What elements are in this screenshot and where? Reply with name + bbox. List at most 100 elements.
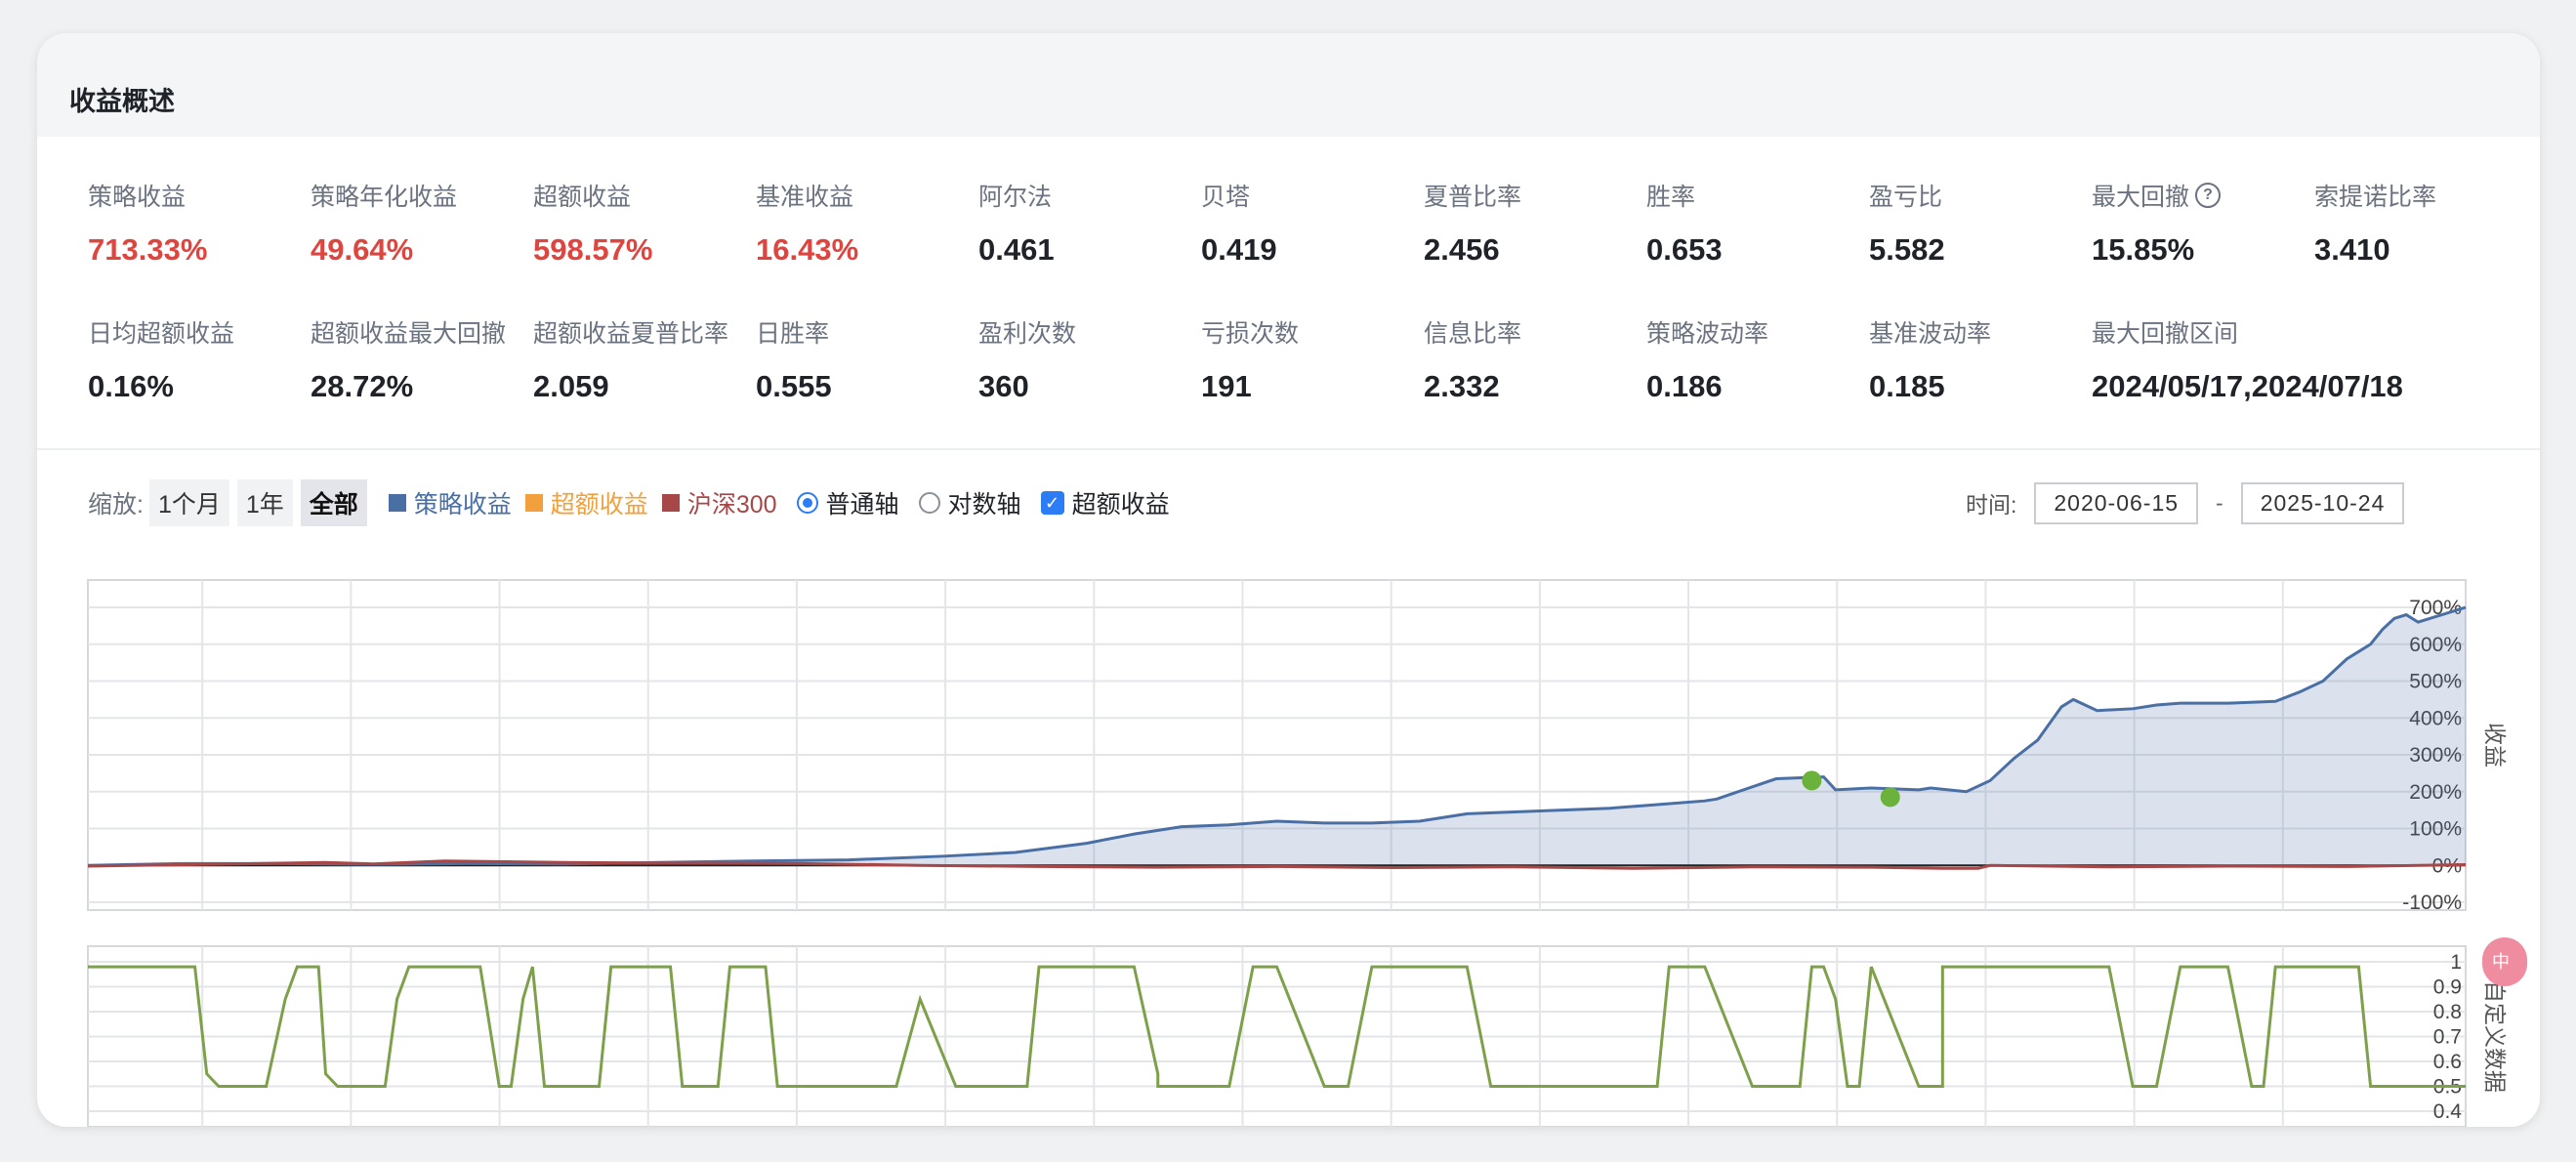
metric-value: 713.33% (88, 232, 208, 267)
chart-toolbar: 缩放: 1个月 1年 全部 策略收益 超额收益 沪深300 普通轴 对数轴 ✓ … (88, 479, 1170, 526)
metric-label-text: 基准收益 (756, 184, 854, 211)
metric-label: 夏普比率 (1424, 178, 1639, 213)
legend-benchmark-swatch (661, 494, 680, 512)
metric-label-text: 信息比率 (1424, 320, 1522, 348)
metric-label-text: 最大回撤 (2092, 184, 2190, 211)
metric-value: 191 (1201, 369, 1252, 403)
metric-label: 盈利次数 (978, 314, 1193, 350)
zoom-1-month-button[interactable]: 1个月 (148, 479, 229, 526)
zoom-all-button[interactable]: 全部 (300, 479, 367, 526)
zoom-label: 缩放: (88, 491, 144, 519)
legend-excess[interactable]: 超额收益 (524, 485, 648, 520)
metric-label: 阿尔法 (978, 178, 1193, 213)
y-axis-label: 收益 (2482, 723, 2508, 768)
metric-metrics_row2-4: 盈利次数 360 (978, 314, 1193, 404)
returns-chart: 700%600%500%400%300%200%100%0%-100%收益 (87, 579, 2508, 914)
event-marker (1802, 770, 1822, 791)
metric-metrics_row1-9: 最大回撤? 15.85% (2092, 178, 2306, 268)
excess-return-checkbox-label: 超额收益 (1071, 491, 1170, 519)
legend-excess-label: 超额收益 (550, 491, 648, 519)
metric-value: 0.186 (1646, 369, 1723, 403)
event-marker (1880, 787, 1900, 808)
normal-axis-radio[interactable] (796, 492, 818, 514)
metric-label: 策略波动率 (1646, 314, 1861, 350)
metric-value: 598.57% (533, 232, 653, 267)
metric-label-text: 策略收益 (88, 184, 187, 211)
side-floating-badge[interactable]: 中 (2482, 937, 2527, 986)
metric-metrics_row2-0: 日均超额收益 0.16% (88, 314, 303, 404)
metric-label: 策略年化收益 (311, 178, 525, 213)
metric-label: 索提诺比率 (2314, 178, 2529, 213)
legend-strategy-swatch (388, 494, 406, 512)
y-tick-label: 0.8 (2433, 1001, 2462, 1023)
metric-metrics_row1-1: 策略年化收益 49.64% (311, 178, 525, 268)
metric-label-text: 贝塔 (1201, 184, 1251, 211)
metric-value: 0.555 (756, 369, 832, 403)
metric-label-text: 策略波动率 (1646, 320, 1769, 348)
divider (37, 448, 2540, 450)
metric-metrics_row2-7: 策略波动率 0.186 (1646, 314, 1861, 404)
metric-value: 5.582 (1869, 232, 1945, 267)
legend-benchmark[interactable]: 沪深300 (661, 485, 777, 520)
metric-value: 2024/05/17,2024/07/18 (2092, 369, 2403, 403)
metric-metrics_row1-4: 阿尔法 0.461 (978, 178, 1193, 268)
metric-metrics_row1-8: 盈亏比 5.582 (1869, 178, 2084, 268)
metric-metrics_row1-3: 基准收益 16.43% (756, 178, 971, 268)
card-header: 收益概述 (37, 33, 2540, 137)
metric-metrics_row2-9: 最大回撤区间 2024/05/17,2024/07/18 (2092, 314, 2403, 404)
metric-label: 超额收益夏普比率 (533, 314, 748, 350)
log-axis-radio[interactable] (918, 492, 940, 514)
metric-label-text: 日均超额收益 (88, 320, 235, 348)
metric-value: 0.419 (1201, 232, 1277, 267)
date-separator: - (2216, 489, 2223, 516)
legend-benchmark-label: 沪深300 (686, 491, 777, 519)
performance-overview-card: 收益概述 策略收益 713.33% 策略年化收益 49.64% 超额收益 598.57% 基… (37, 33, 2540, 1127)
metric-value: 0.16% (88, 369, 174, 403)
metric-value: 3.410 (2314, 232, 2390, 267)
metric-label-text: 阿尔法 (978, 184, 1053, 211)
metric-label: 基准收益 (756, 178, 971, 213)
metric-label-text: 索提诺比率 (2314, 184, 2437, 211)
metric-value: 16.43% (756, 232, 859, 267)
excess-return-checkbox[interactable]: ✓ (1040, 491, 1064, 515)
time-label: 时间: (1966, 492, 2017, 518)
metric-label: 最大回撤区间 (2092, 314, 2306, 350)
time-range: 时间: 2020-06-15 - 2025-10-24 (1966, 480, 2405, 525)
legend-strategy-label: 策略收益 (413, 491, 512, 519)
metric-label-text: 盈利次数 (978, 320, 1077, 348)
metric-label-text: 胜率 (1646, 184, 1696, 211)
metric-label: 日均超额收益 (88, 314, 303, 350)
metric-label: 超额收益最大回撤 (311, 314, 525, 350)
start-date-input[interactable]: 2020-06-15 (2034, 481, 2199, 524)
metric-metrics_row2-8: 基准波动率 0.185 (1869, 314, 2084, 404)
metric-label-text: 夏普比率 (1424, 184, 1522, 211)
y-tick-label: 0.4 (2433, 1100, 2463, 1123)
metric-label-text: 超额收益最大回撤 (311, 320, 507, 348)
normal-axis-label: 普通轴 (825, 491, 899, 519)
metric-label: 日胜率 (756, 314, 971, 350)
y-tick-label: 1 (2450, 951, 2462, 974)
metric-metrics_row1-0: 策略收益 713.33% (88, 178, 303, 268)
metric-label-text: 策略年化收益 (311, 184, 458, 211)
metric-value: 49.64% (311, 232, 414, 267)
y-tick-label: 0.9 (2433, 976, 2462, 999)
metric-value: 2.456 (1424, 232, 1500, 267)
metric-value: 2.332 (1424, 369, 1500, 403)
metric-metrics_row2-5: 亏损次数 191 (1201, 314, 1416, 404)
metric-label-text: 盈亏比 (1869, 184, 1943, 211)
log-axis-label: 对数轴 (947, 491, 1021, 519)
legend-strategy[interactable]: 策略收益 (388, 485, 512, 520)
help-icon[interactable]: ? (2195, 183, 2222, 208)
end-date-input[interactable]: 2025-10-24 (2240, 481, 2405, 524)
metric-value: 0.461 (978, 232, 1055, 267)
metric-label: 亏损次数 (1201, 314, 1416, 350)
metric-value: 2.059 (533, 369, 609, 403)
metric-label: 超额收益 (533, 178, 748, 213)
metric-metrics_row2-1: 超额收益最大回撤 28.72% (311, 314, 525, 404)
zoom-1-year-button[interactable]: 1年 (236, 479, 293, 526)
metric-metrics_row2-6: 信息比率 2.332 (1424, 314, 1639, 404)
metric-label-text: 最大回撤区间 (2092, 320, 2239, 348)
metric-metrics_row1-7: 胜率 0.653 (1646, 178, 1861, 268)
metric-metrics_row1-5: 贝塔 0.419 (1201, 178, 1416, 268)
metric-label: 策略收益 (88, 178, 303, 213)
